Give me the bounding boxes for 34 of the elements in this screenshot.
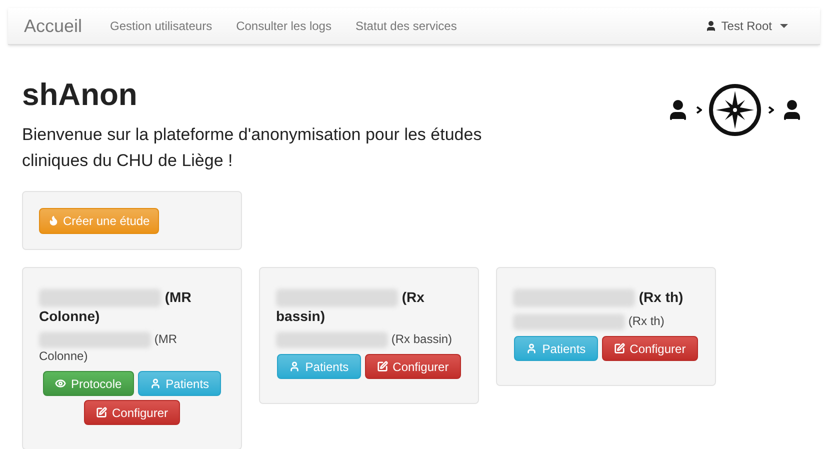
study-title: (Rx th) — [513, 288, 699, 308]
user-icon — [150, 378, 161, 390]
edit-icon — [376, 361, 388, 372]
eye-icon — [54, 378, 66, 390]
caret-icon — [780, 24, 788, 28]
study-subtitle: (Rx bassin) — [276, 331, 462, 348]
user-menu[interactable]: Test Root — [705, 17, 788, 35]
create-study-button[interactable]: Créer une étude — [39, 208, 159, 234]
study-subtitle: (Rx th) — [513, 313, 699, 330]
user-icon — [289, 361, 300, 372]
patients-button[interactable]: Patients — [138, 371, 222, 396]
protocol-button[interactable]: Protocole — [42, 371, 134, 396]
edit-icon — [614, 343, 625, 354]
user-icon — [526, 343, 538, 354]
page-title: shAnon — [22, 79, 138, 110]
patients-button[interactable]: Patients — [514, 336, 598, 362]
nav-link[interactable]: Gestion utilisateurs — [110, 17, 212, 35]
nav-link[interactable]: Statut des services — [355, 17, 457, 35]
patients-button[interactable]: Patients — [277, 354, 361, 380]
study-title: (Rx bassin) — [276, 288, 426, 326]
configure-button[interactable]: Configurer — [602, 336, 698, 362]
chevron-icon — [696, 106, 702, 114]
compass-icon — [708, 83, 762, 137]
brand-link[interactable]: Accueil — [24, 12, 82, 40]
intro-text: Bienvenue sur la plateforme d'anonymisation pour les études cliniques du CHU de Liège ! — [22, 124, 483, 172]
nav-link[interactable]: Consulter les logs — [236, 17, 332, 35]
chevron-icon — [768, 106, 774, 114]
flame-icon — [48, 215, 59, 226]
study-subtitle: (MR Colonne) — [39, 331, 178, 366]
study-title: (MR Colonne) — [39, 288, 192, 326]
configure-button[interactable]: Configurer — [364, 354, 461, 380]
edit-icon — [96, 407, 107, 418]
configure-button[interactable]: Configurer — [84, 400, 180, 426]
user-icon — [705, 20, 718, 32]
